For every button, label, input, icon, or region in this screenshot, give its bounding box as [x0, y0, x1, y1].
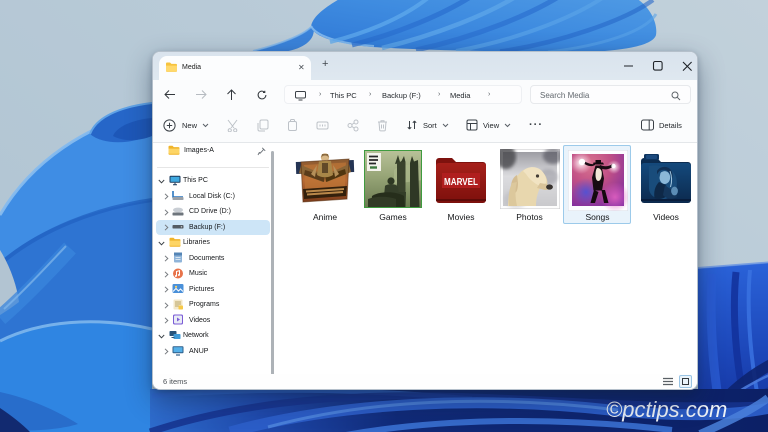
- svg-text:MARVEL: MARVEL: [444, 177, 478, 188]
